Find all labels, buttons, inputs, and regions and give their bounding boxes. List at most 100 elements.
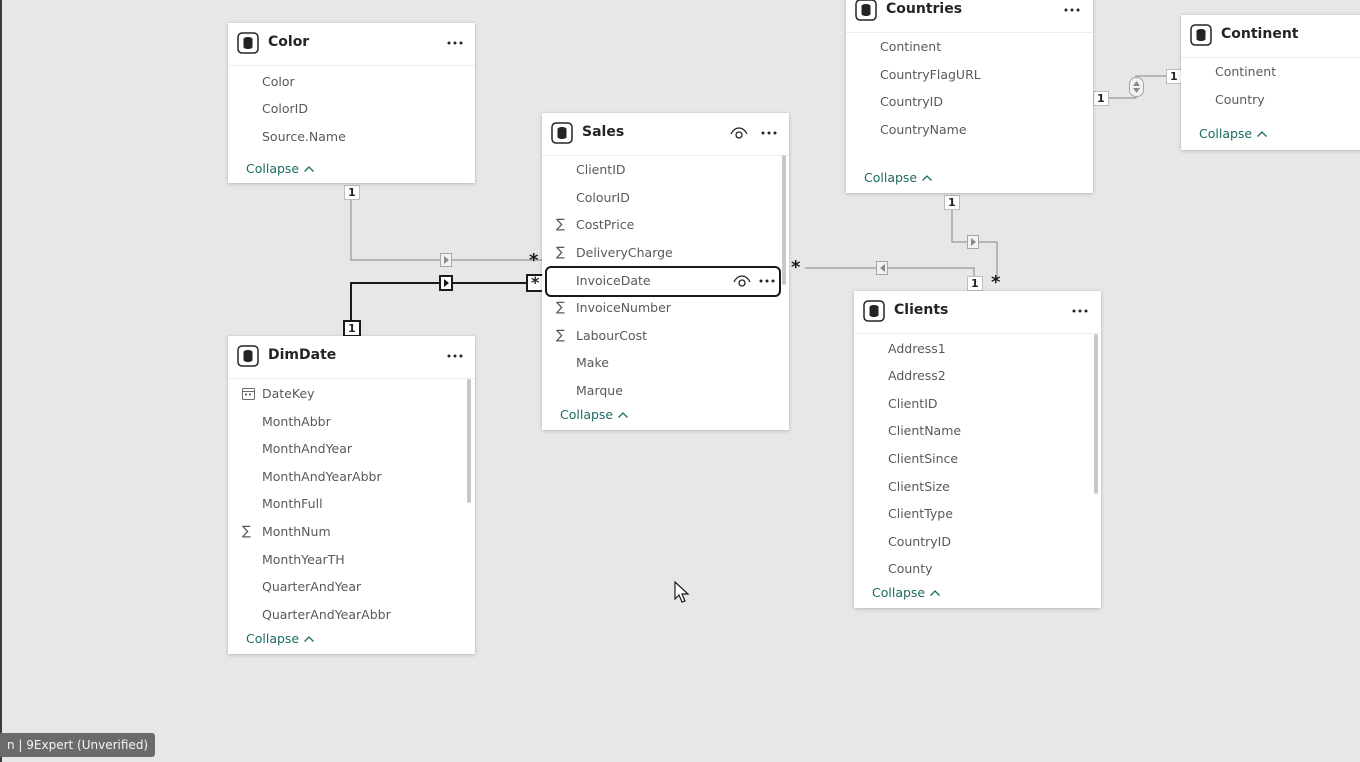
- table-card-sales[interactable]: Sales ClientID ColourID ∑ CostPrice ∑ Deli…: [542, 113, 789, 430]
- bidirectional-arrow-icon: [1133, 81, 1140, 93]
- relationship-line-color-sales: [350, 199, 545, 261]
- table-header[interactable]: Clients: [854, 291, 1101, 334]
- field-name: Address1: [888, 341, 946, 356]
- field-name: MonthFull: [262, 496, 323, 511]
- field-row[interactable]: MonthAndYearAbbr: [228, 463, 475, 490]
- eye-icon[interactable]: [733, 273, 751, 289]
- table-title: DimDate: [268, 347, 337, 363]
- field-row[interactable]: Marque: [542, 377, 789, 404]
- field-row[interactable]: ClientSince: [854, 445, 1101, 472]
- field-row[interactable]: ColorID: [228, 95, 475, 122]
- collapse-link[interactable]: Collapse: [1199, 126, 1268, 141]
- field-row[interactable]: ColourID: [542, 184, 789, 211]
- field-row[interactable]: ∑ DeliveryCharge: [542, 239, 789, 266]
- chevron-up-icon: [304, 636, 315, 642]
- selected-field-row[interactable]: InvoiceDate: [545, 266, 781, 297]
- table-header[interactable]: Continent: [1181, 15, 1360, 58]
- field-name: Make: [576, 355, 609, 370]
- field-name: Continent: [1215, 64, 1277, 79]
- field-name: QuarterAndYear: [262, 579, 362, 594]
- table-header[interactable]: Color: [228, 23, 475, 66]
- field-row[interactable]: ∑ MonthNum: [228, 518, 475, 545]
- field-row[interactable]: County: [854, 555, 1101, 582]
- table-card-color[interactable]: Color Color ColorID Source.Name Collapse: [228, 23, 475, 183]
- field-name: CostPrice: [576, 217, 635, 232]
- more-options-icon[interactable]: [445, 346, 465, 366]
- field-row[interactable]: CountryFlagURL: [846, 61, 1093, 88]
- field-row[interactable]: Address1: [854, 335, 1101, 362]
- cardinality-one-label: 1: [343, 320, 361, 337]
- field-name: Continent: [880, 39, 942, 54]
- field-row[interactable]: CountryID: [846, 88, 1093, 115]
- more-options-icon[interactable]: [1070, 301, 1090, 321]
- field-row[interactable]: CountryName: [846, 116, 1093, 143]
- field-row[interactable]: Source.Name: [228, 123, 475, 150]
- scrollbar-thumb[interactable]: [782, 155, 786, 285]
- collapse-link[interactable]: Collapse: [872, 585, 941, 600]
- field-row[interactable]: MonthAbbr: [228, 408, 475, 435]
- scrollbar-thumb[interactable]: [467, 379, 471, 503]
- more-options-icon[interactable]: [757, 271, 777, 291]
- field-name: ColourID: [576, 190, 630, 205]
- field-name: Country: [1215, 92, 1265, 107]
- field-row[interactable]: ∑ InvoiceNumber: [542, 294, 789, 321]
- field-name: ClientSize: [888, 479, 950, 494]
- table-header[interactable]: DimDate: [228, 336, 475, 379]
- field-row[interactable]: ClientType: [854, 500, 1101, 527]
- more-options-icon[interactable]: [759, 123, 779, 143]
- field-row[interactable]: CountryID: [854, 528, 1101, 555]
- field-row[interactable]: MonthAndYear: [228, 435, 475, 462]
- table-card-countries[interactable]: Countries Continent CountryFlagURL Count…: [846, 0, 1093, 193]
- table-icon: [855, 0, 877, 21]
- field-row[interactable]: MonthFull: [228, 490, 475, 517]
- field-row[interactable]: MonthYearTH: [228, 546, 475, 573]
- filter-direction-marker: [876, 261, 888, 275]
- field-name: QuarterAndYearAbbr: [262, 607, 391, 622]
- table-icon: [1190, 24, 1212, 46]
- table-card-dimdate[interactable]: DimDate DateKey MonthAbbr MonthAndYear M…: [228, 336, 475, 654]
- sigma-icon: ∑: [242, 524, 251, 539]
- more-options-icon[interactable]: [445, 33, 465, 53]
- field-row[interactable]: ∑ CostPrice: [542, 211, 789, 238]
- field-name: MonthAndYearAbbr: [262, 469, 382, 484]
- collapse-link[interactable]: Collapse: [560, 407, 629, 422]
- field-row[interactable]: Country: [1181, 86, 1360, 113]
- table-card-clients[interactable]: Clients Address1 Address2 ClientID Clien…: [854, 291, 1101, 608]
- field-row[interactable]: ClientID: [542, 156, 789, 183]
- collapse-link[interactable]: Collapse: [864, 170, 933, 185]
- collapse-label: Collapse: [246, 161, 300, 176]
- scrollbar-thumb[interactable]: [1094, 334, 1098, 494]
- field-name: ColorID: [262, 101, 308, 116]
- field-row[interactable]: QuarterAndYear: [228, 573, 475, 600]
- field-name: CountryID: [888, 534, 951, 549]
- field-row[interactable]: QuarterAndYearAbbr: [228, 601, 475, 628]
- field-row[interactable]: ClientSize: [854, 473, 1101, 500]
- eye-icon[interactable]: [730, 125, 748, 141]
- field-name: ClientID: [888, 396, 938, 411]
- field-row[interactable]: ClientName: [854, 417, 1101, 444]
- field-name: DateKey: [262, 386, 315, 401]
- field-row[interactable]: Make: [542, 349, 789, 376]
- table-header[interactable]: Countries: [846, 0, 1093, 33]
- table-header[interactable]: Sales: [542, 113, 789, 156]
- field-row[interactable]: DateKey: [228, 380, 475, 407]
- table-icon: [863, 300, 885, 322]
- table-title: Countries: [886, 1, 963, 17]
- field-row[interactable]: Address2: [854, 362, 1101, 389]
- collapse-label: Collapse: [246, 631, 300, 646]
- field-name: Address2: [888, 368, 946, 383]
- field-row[interactable]: Continent: [1181, 58, 1360, 85]
- cardinality-many-label: *: [791, 257, 801, 278]
- field-row[interactable]: ∑ LabourCost: [542, 322, 789, 349]
- collapse-link[interactable]: Collapse: [246, 631, 315, 646]
- field-row[interactable]: Continent: [846, 33, 1093, 60]
- field-name: MonthYearTH: [262, 552, 345, 567]
- field-row[interactable]: ClientID: [854, 390, 1101, 417]
- field-name: MonthAndYear: [262, 441, 353, 456]
- table-icon: [237, 345, 259, 367]
- table-card-continent[interactable]: Continent Continent Country Collapse: [1181, 15, 1360, 150]
- collapse-link[interactable]: Collapse: [246, 161, 315, 176]
- field-row[interactable]: Color: [228, 68, 475, 95]
- more-options-icon[interactable]: [1062, 0, 1082, 20]
- cardinality-one-label: 1: [1093, 91, 1109, 106]
